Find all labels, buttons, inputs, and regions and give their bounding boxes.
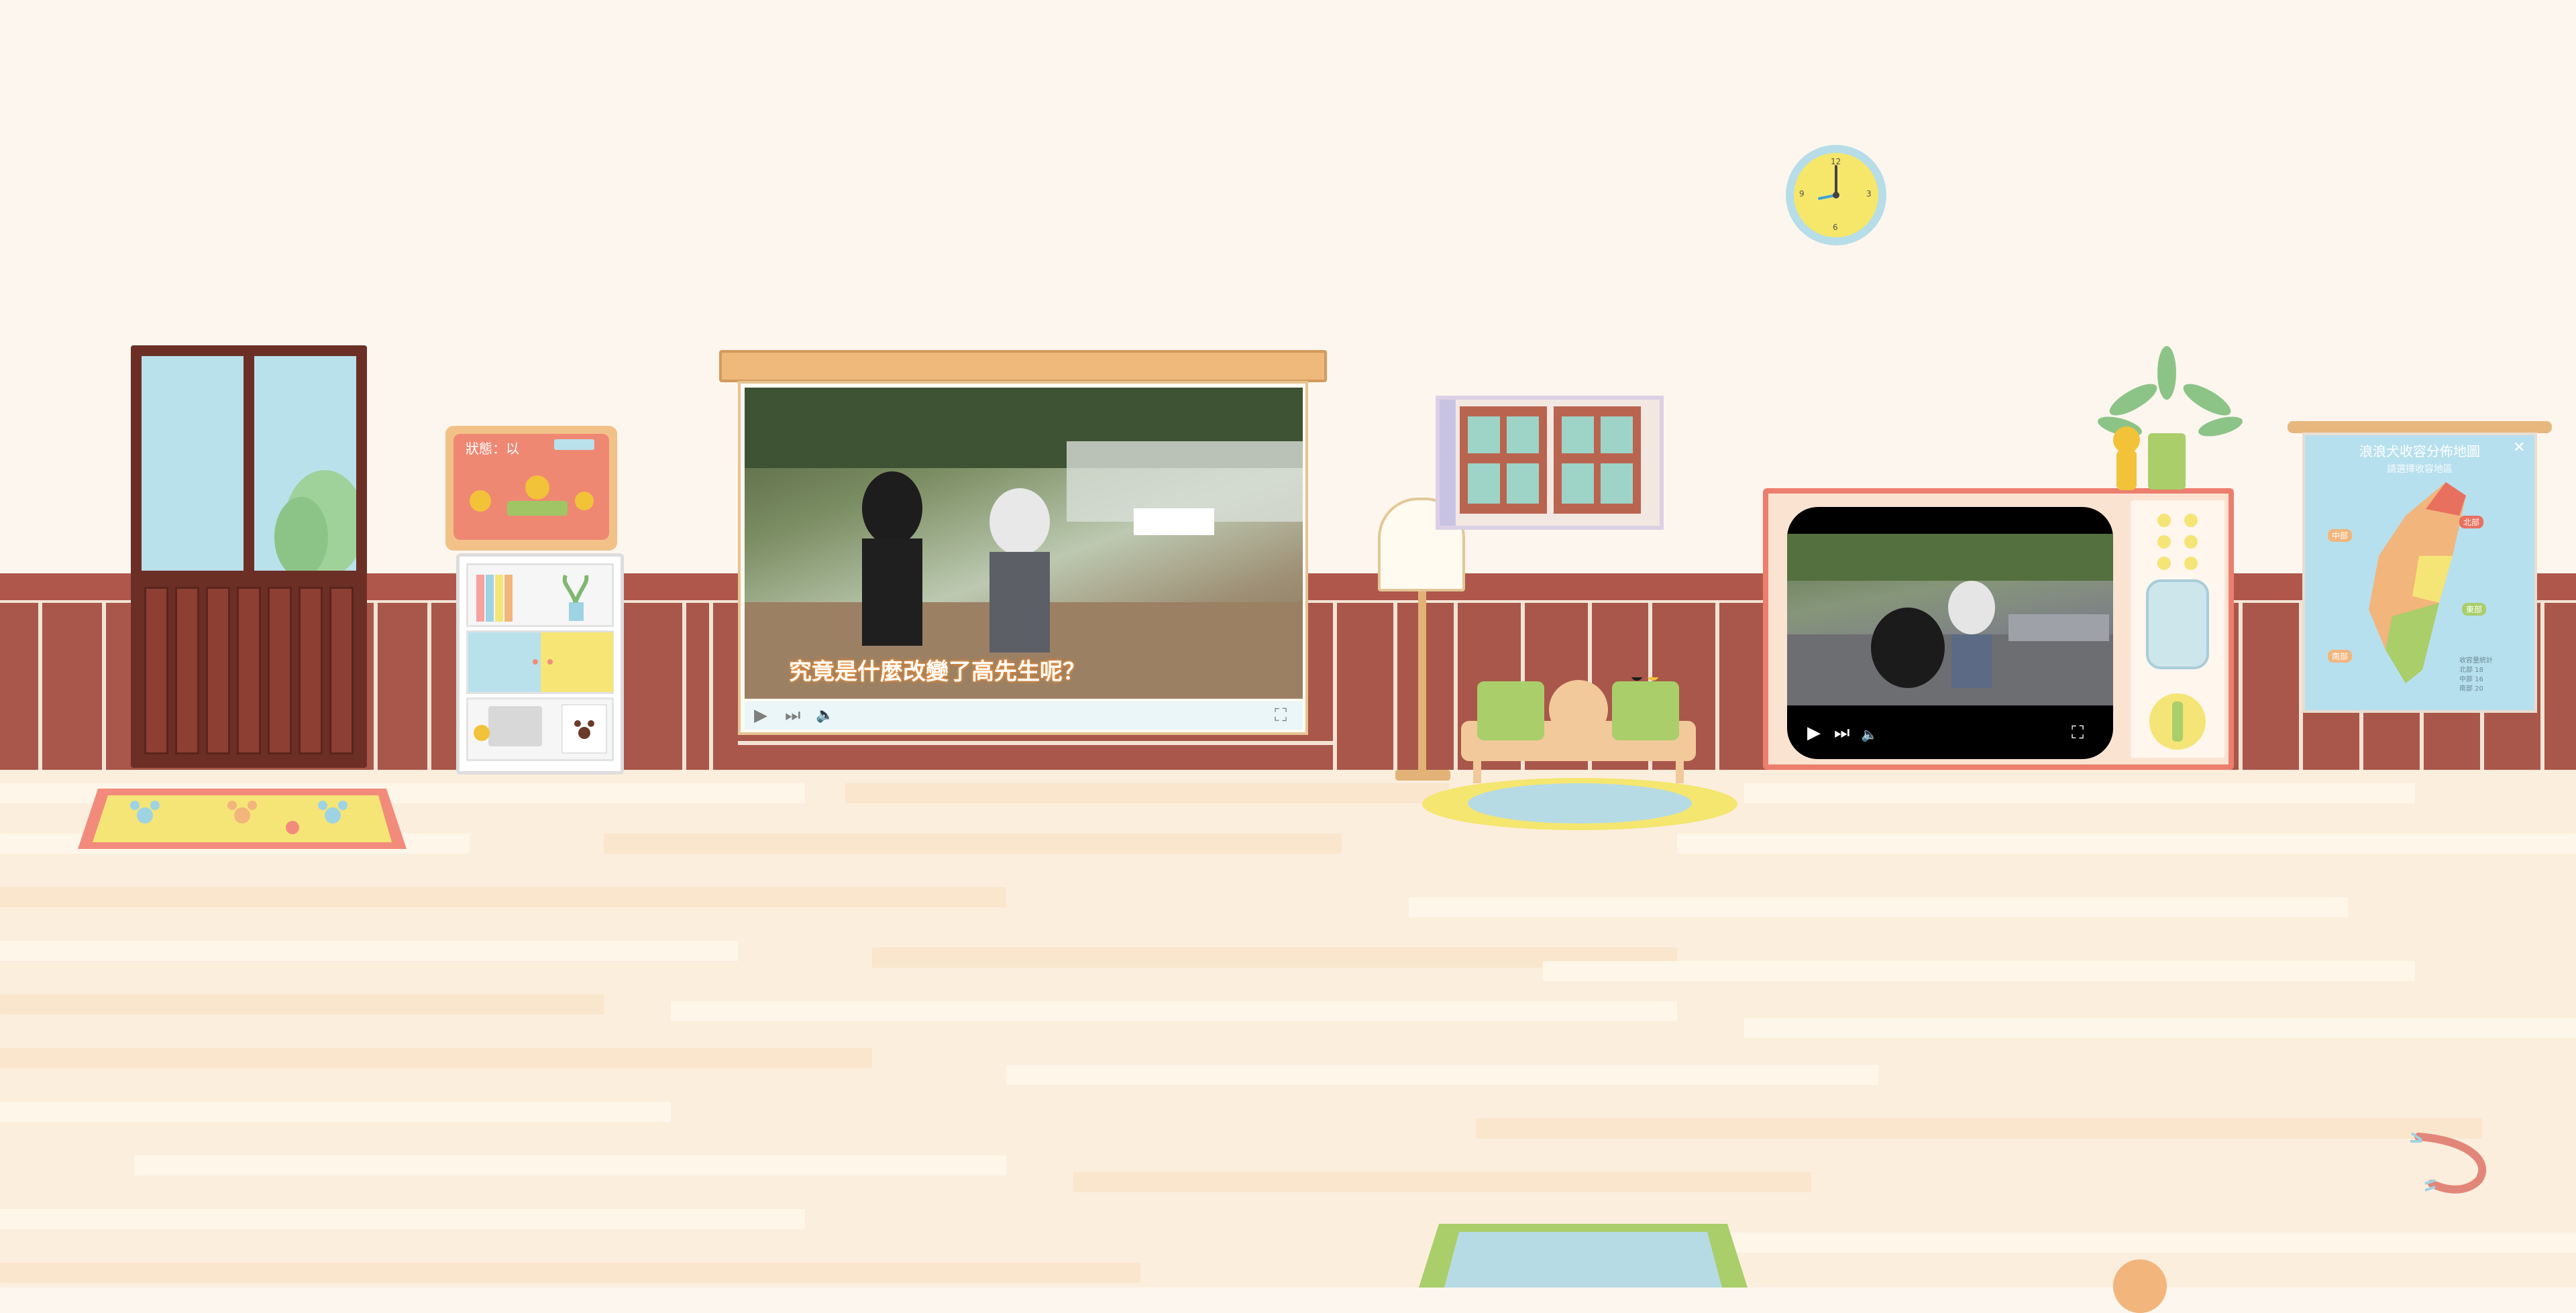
tree-icon: [274, 470, 365, 577]
fullscreen-icon[interactable]: ⛶: [1275, 705, 1287, 726]
books-plant-icon: [476, 574, 589, 622]
map-hanger-bar: [2288, 421, 2552, 433]
projector-screen-rail: [719, 350, 1327, 382]
oval-rug-inner: [1468, 783, 1692, 823]
taiwan-shelter-map[interactable]: 浪浪犬收容分佈地圖 ✕ 請選擇收容地區 北部 中部 南部 東部 收容量統計 北部…: [2302, 433, 2537, 713]
taiwan-map-icon: [2369, 482, 2466, 683]
tv-next-icon[interactable]: ⏭: [1834, 723, 1849, 743]
tv-screen: ▶ ⏭ 🔈 ⛶: [1787, 507, 2113, 759]
map-legend: 收容量統計 北部 18 中部 16 南部 20: [2459, 656, 2493, 694]
door-window-right: [254, 356, 365, 577]
clock-mark-9: 9: [1799, 189, 1805, 198]
main-video-controls: ▶ ⏭ 🔈 ⛶: [745, 701, 1303, 730]
clock-face: 12 3 6 9: [1794, 153, 1878, 237]
frame-artwork: 狀態：以: [453, 434, 609, 540]
clock-mark-6: 6: [1833, 223, 1838, 232]
tv-knobs-icon: [2146, 514, 2209, 750]
tv-play-icon[interactable]: ▶: [1807, 723, 1821, 743]
map-legend-south: 南部 20: [2459, 685, 2483, 693]
main-video-player[interactable]: 究竟是什麼改變了高先生呢？: [745, 388, 1303, 699]
play-icon[interactable]: ▶: [754, 705, 767, 726]
dog-picture-frame[interactable]: 狀態：以: [445, 426, 617, 551]
dogs-illustration-icon: [470, 475, 594, 516]
shelf-cube-cabinet[interactable]: [466, 630, 614, 694]
tv-video-player[interactable]: [1787, 534, 2113, 705]
room-door[interactable]: [131, 345, 367, 768]
door-window-left: [142, 356, 244, 571]
paw-rug-icon: [78, 789, 407, 849]
paw-icon: [474, 704, 607, 754]
sofa[interactable]: [1461, 669, 1696, 785]
tv-video-scene: [1787, 534, 2113, 705]
bottom-rug-icon: [1419, 1224, 1748, 1288]
map-region-central[interactable]: 中部: [2328, 529, 2353, 542]
map-legend-north: 北部 18: [2459, 667, 2483, 674]
map-region-south[interactable]: 南部: [2328, 650, 2353, 663]
plant-icon: [2098, 346, 2243, 490]
rope-toy-icon: [2410, 1132, 2487, 1194]
floor-lamp-base: [1395, 770, 1450, 781]
map-legend-title: 收容量統計: [2459, 657, 2493, 665]
map-legend-central: 中部 16: [2459, 676, 2483, 683]
retro-tv[interactable]: ▶ ⏭ 🔈 ⛶: [1763, 488, 2234, 770]
shelf-cube-books: [466, 563, 614, 627]
bottom-rug[interactable]: [1419, 1224, 1748, 1288]
paw-print-rug[interactable]: [78, 789, 407, 849]
wall-window[interactable]: [1436, 396, 1664, 530]
wall-clock[interactable]: 12 3 6 9: [1786, 145, 1886, 245]
floor-lamp-pole: [1418, 591, 1426, 773]
window-shutters-icon: [1440, 400, 1641, 526]
clock-mark-12: 12: [1831, 157, 1841, 166]
shelf-cube-pets: [466, 697, 614, 761]
clock-mark-3: 3: [1866, 189, 1872, 198]
bookshelf[interactable]: [456, 553, 624, 775]
video-subtitle: 究竟是什麼改變了高先生呢？: [789, 659, 1085, 685]
tv-volume-icon[interactable]: 🔈: [1861, 724, 1878, 744]
tv-fullscreen-icon[interactable]: ⛶: [2072, 723, 2084, 743]
next-icon[interactable]: ⏭: [785, 705, 800, 726]
map-region-north[interactable]: 北部: [2459, 516, 2484, 528]
toy-ball[interactable]: [2113, 1259, 2167, 1313]
sofa-icon: [1461, 669, 1696, 783]
video-frame-scene: [745, 388, 1303, 699]
potted-plant[interactable]: [2093, 346, 2247, 494]
tv-control-panel: [2131, 500, 2224, 758]
rope-toy[interactable]: [2405, 1127, 2492, 1200]
projector-screen: 究竟是什麼改變了高先生呢？ ▶ ⏭ 🔈 ⛶: [738, 381, 1308, 735]
map-region-east[interactable]: 東部: [2462, 603, 2487, 616]
volume-icon[interactable]: 🔈: [816, 705, 834, 726]
